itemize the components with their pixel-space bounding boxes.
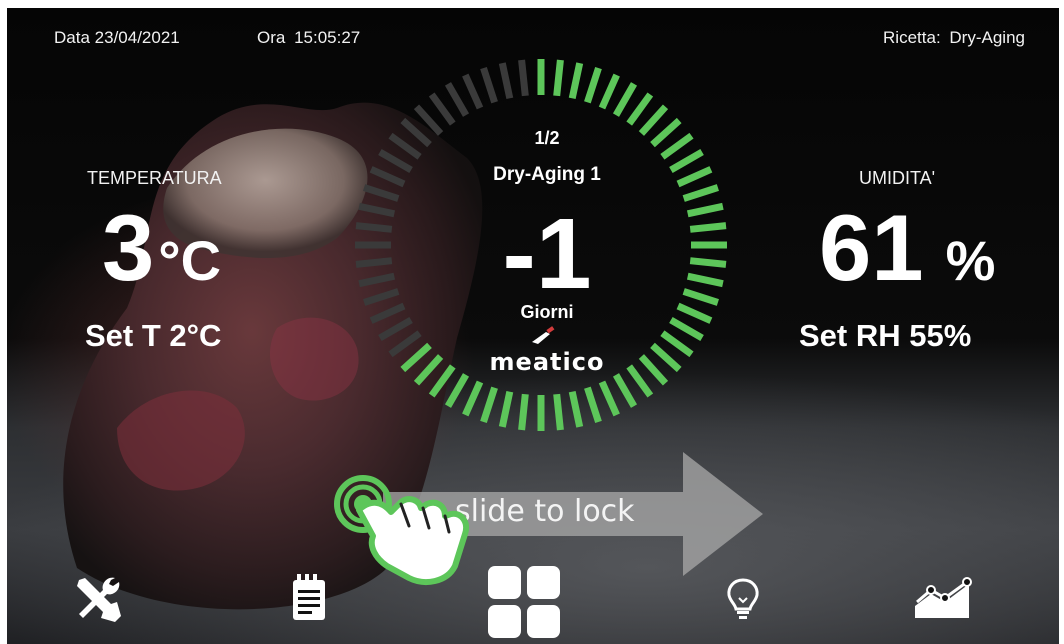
days-value: -1 xyxy=(502,198,592,310)
progress-segment-inactive xyxy=(355,257,393,268)
progress-segment-inactive xyxy=(428,92,456,126)
trend-chart-icon xyxy=(915,577,972,618)
program-step: 1/2 xyxy=(534,128,560,148)
progress-segment-inactive xyxy=(413,104,444,136)
progress-segment-active xyxy=(669,316,704,342)
progress-segment-active xyxy=(612,82,638,117)
progress-segment-active xyxy=(669,148,704,174)
notepad-icon xyxy=(293,574,325,620)
progress-segment-active xyxy=(682,288,719,306)
progress-segment-active xyxy=(568,390,584,428)
progress-segment-inactive xyxy=(518,59,529,97)
progress-segment-active xyxy=(518,393,529,431)
progress-segment-inactive xyxy=(369,302,406,324)
progress-segment-active xyxy=(676,302,713,324)
progress-segment-active xyxy=(444,373,470,408)
nav-tools-button[interactable] xyxy=(65,566,129,630)
days-unit: Giorni xyxy=(520,302,574,322)
progress-segment-active xyxy=(676,166,713,188)
progress-segment-active xyxy=(689,257,727,268)
progress-segment-active xyxy=(612,373,638,408)
progress-segment-active xyxy=(686,202,724,218)
progress-segment-active xyxy=(650,342,682,373)
controller-screen: Data 23/04/2021 Ora 15:05:27 Ricetta: Dr… xyxy=(7,8,1059,644)
progress-segment-inactive xyxy=(358,202,396,218)
nav-statistics-button[interactable] xyxy=(911,566,975,630)
progress-segment-inactive xyxy=(480,67,498,104)
progress-segment-active xyxy=(598,73,620,110)
progress-segment-active xyxy=(689,222,727,233)
progress-segment-inactive xyxy=(363,288,400,306)
nav-light-button[interactable] xyxy=(711,566,775,630)
progress-segment-active xyxy=(498,390,514,428)
progress-segment-active xyxy=(462,380,484,417)
progress-segment-inactive xyxy=(378,316,413,342)
nav-main-menu-button[interactable] xyxy=(484,562,564,642)
progress-segment-active xyxy=(553,59,564,97)
progress-segment-active xyxy=(650,117,682,148)
progress-segment-inactive xyxy=(388,330,422,358)
progress-segment-active xyxy=(553,393,564,431)
lightbulb-icon xyxy=(727,578,759,619)
tools-icon xyxy=(77,577,121,622)
progress-segment-inactive xyxy=(462,73,484,110)
progress-segment-active xyxy=(626,92,654,126)
progress-segment-inactive xyxy=(388,132,422,160)
progress-segment-active xyxy=(568,62,584,100)
bottom-navigation xyxy=(7,556,1059,644)
progress-segment-active xyxy=(682,184,719,202)
program-name: Dry-Aging 1 xyxy=(493,164,601,185)
progress-segment-active xyxy=(413,354,444,386)
nav-notes-button[interactable] xyxy=(277,566,341,630)
progress-segment-inactive xyxy=(355,222,393,233)
progress-segment-inactive xyxy=(363,184,400,202)
progress-segment-active xyxy=(480,386,498,423)
progress-segment-active xyxy=(584,67,602,104)
brand-logo: meatico xyxy=(489,348,605,376)
progress-segment-active xyxy=(598,380,620,417)
progress-segment-active xyxy=(660,330,694,358)
slide-to-lock-label: slide to lock xyxy=(455,494,635,529)
progress-segment-active xyxy=(400,342,432,373)
progress-segment-active xyxy=(686,272,724,288)
progress-segment-inactive xyxy=(358,272,396,288)
progress-segment-inactive xyxy=(400,117,432,148)
progress-segment-active xyxy=(584,386,602,423)
progress-segment-inactive xyxy=(444,82,470,117)
progress-segment-inactive xyxy=(369,166,406,188)
progress-segment-inactive xyxy=(498,62,514,100)
grid-menu-icon xyxy=(488,566,560,638)
progress-segment-inactive xyxy=(378,148,413,174)
progress-segment-active xyxy=(660,132,694,160)
